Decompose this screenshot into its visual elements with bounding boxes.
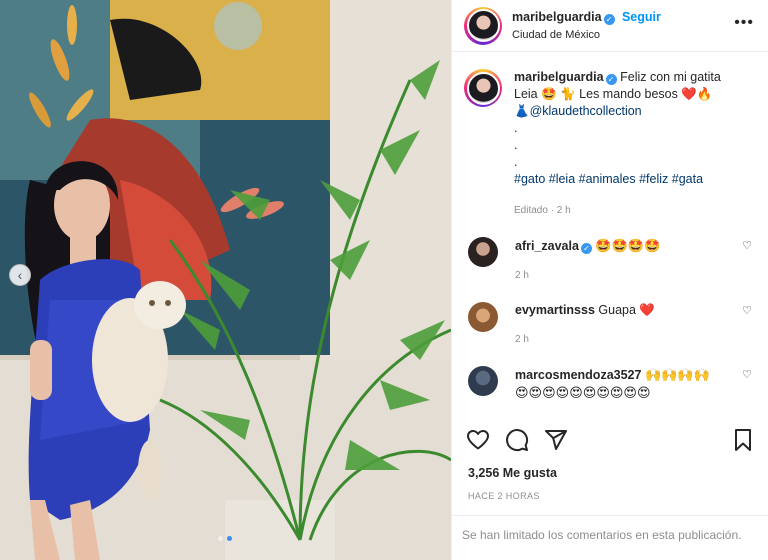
avatar-image bbox=[466, 9, 500, 42]
post-image[interactable]: ‹ bbox=[0, 0, 451, 560]
save-icon[interactable] bbox=[732, 428, 754, 452]
carousel-dot bbox=[218, 536, 223, 541]
comment-body: marcosmendoza3527 🙌🙌🙌🙌 😍😍😍😍😍😍😍😍😍😍 bbox=[515, 366, 735, 402]
caption-hashtags[interactable]: #gato #leia #animales #feliz #gata bbox=[514, 172, 703, 186]
comment-time: 2 h bbox=[515, 334, 529, 345]
comment-body: afri_zavala ✓ 🤩🤩🤩🤩 2 h bbox=[515, 237, 735, 284]
commenter-avatar[interactable] bbox=[468, 302, 498, 332]
comment-icon[interactable] bbox=[505, 428, 529, 452]
caption-line2-emoji: ❤️🔥 bbox=[681, 87, 713, 101]
caption-line1: Feliz con mi gatita bbox=[620, 70, 721, 84]
caption-body: maribelguardia ✓ Feliz con mi gatita Leia… bbox=[514, 69, 752, 219]
action-bar bbox=[452, 425, 768, 455]
comment-username[interactable]: evymartinsss bbox=[515, 303, 595, 317]
chevron-left-icon[interactable]: ‹ bbox=[9, 264, 31, 286]
post-location[interactable]: Ciudad de México bbox=[512, 29, 661, 41]
comment-item: evymartinsss Guapa ❤️ 2 h ♡ bbox=[464, 302, 756, 348]
comment-like-heart-icon[interactable]: ♡ bbox=[742, 368, 752, 381]
comment-text: Guapa ❤️ bbox=[598, 303, 655, 317]
mention-link[interactable]: @klaudethcollection bbox=[530, 104, 642, 118]
caption-dot: . bbox=[514, 138, 518, 152]
caption-dot: . bbox=[514, 121, 518, 135]
comment-text-line2: 😍😍😍😍😍😍😍😍😍😍 bbox=[515, 385, 651, 400]
commenter-avatar[interactable] bbox=[468, 237, 498, 267]
heart-icon[interactable] bbox=[466, 428, 490, 452]
verified-icon: ✓ bbox=[605, 74, 617, 85]
header-text: maribelguardia ✓ Seguir Ciudad de México bbox=[512, 10, 661, 41]
caption-meta: Editado · 2 h bbox=[514, 205, 571, 216]
avatar-image bbox=[466, 71, 500, 105]
post-header: maribelguardia ✓ Seguir Ciudad de México … bbox=[452, 0, 768, 52]
comment-body: evymartinsss Guapa ❤️ 2 h bbox=[515, 302, 735, 348]
comment-like-heart-icon[interactable]: ♡ bbox=[742, 239, 752, 252]
caption-avatar[interactable] bbox=[464, 69, 502, 107]
comments-list[interactable]: maribelguardia ✓ Feliz con mi gatita Leia… bbox=[452, 53, 768, 410]
caption-dot: . bbox=[514, 155, 518, 169]
comment-like-heart-icon[interactable]: ♡ bbox=[742, 304, 752, 317]
share-icon[interactable] bbox=[544, 428, 568, 452]
commenter-avatar[interactable] bbox=[468, 366, 498, 396]
caption-line2: Leia 🤩 🐈 Les mando besos bbox=[514, 87, 678, 101]
carousel-dots bbox=[218, 536, 232, 541]
comment-text: 🤩🤩🤩🤩 bbox=[595, 238, 661, 253]
author-username[interactable]: maribelguardia bbox=[512, 10, 602, 24]
verified-icon: ✓ bbox=[603, 14, 615, 25]
post-photo-illustration bbox=[0, 0, 451, 560]
post-timestamp[interactable]: HACE 2 HORAS bbox=[468, 491, 540, 501]
comment-username[interactable]: marcosmendoza3527 bbox=[515, 368, 641, 382]
follow-button[interactable]: Seguir bbox=[622, 10, 661, 24]
carousel-dot-active bbox=[227, 536, 232, 541]
likes-count[interactable]: 3,256 Me gusta bbox=[468, 466, 557, 480]
comments-limited-notice: Se han limitado los comentarios en esta … bbox=[452, 515, 768, 560]
comment-text: 🙌🙌🙌🙌 bbox=[644, 367, 710, 382]
comment-time: 2 h bbox=[515, 270, 529, 281]
comment-item: marcosmendoza3527 🙌🙌🙌🙌 😍😍😍😍😍😍😍😍😍😍 ♡ bbox=[464, 366, 756, 402]
more-icon[interactable]: ••• bbox=[734, 14, 754, 32]
caption-line3-emoji: 👗 bbox=[514, 104, 530, 118]
post-side-panel: maribelguardia ✓ Seguir Ciudad de México … bbox=[451, 0, 768, 560]
author-avatar[interactable] bbox=[464, 6, 502, 45]
verified-icon: ✓ bbox=[580, 243, 592, 254]
caption: maribelguardia ✓ Feliz con mi gatita Leia… bbox=[464, 69, 756, 219]
comment-item: afri_zavala ✓ 🤩🤩🤩🤩 2 h ♡ bbox=[464, 237, 756, 284]
comment-username[interactable]: afri_zavala bbox=[515, 239, 579, 253]
caption-username[interactable]: maribelguardia bbox=[514, 70, 604, 84]
